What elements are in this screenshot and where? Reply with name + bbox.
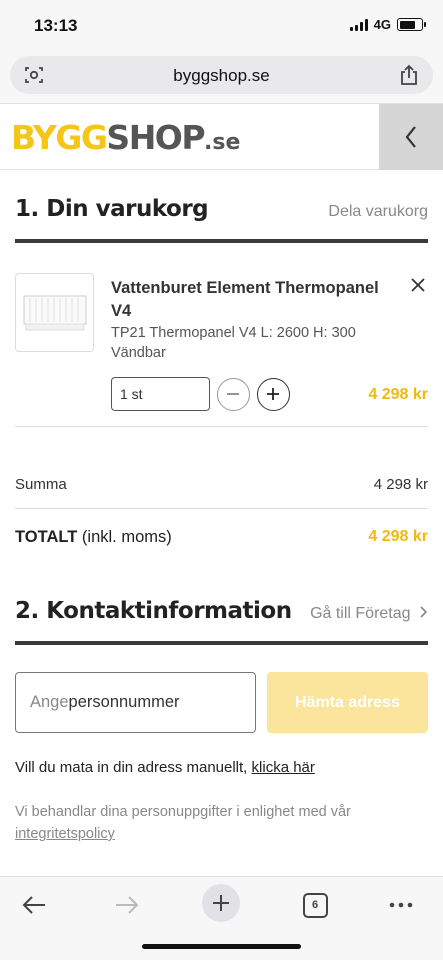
address-bar[interactable]: byggshop.se bbox=[10, 56, 433, 94]
summa-value: 4 298 kr bbox=[373, 476, 428, 493]
battery-icon bbox=[397, 18, 426, 31]
share-cart-link[interactable]: Dela varukorg bbox=[328, 203, 428, 221]
fetch-address-button[interactable]: Hämta adress bbox=[267, 672, 428, 733]
minus-icon bbox=[227, 393, 239, 395]
share-icon[interactable] bbox=[399, 64, 419, 86]
home-indicator bbox=[142, 944, 301, 949]
signal-icon bbox=[349, 18, 368, 31]
privacy-policy-link[interactable]: integritetspolicy bbox=[15, 826, 115, 842]
product-spec: TP21 Thermopanel V4 L: 2600 H: 300 bbox=[111, 325, 356, 341]
section-divider bbox=[15, 239, 428, 243]
product-image[interactable] bbox=[15, 273, 94, 352]
byggshop-logo[interactable]: BYGGSHOP.se bbox=[11, 118, 240, 163]
increase-quantity-button[interactable] bbox=[257, 378, 290, 411]
cart-title: 1. Din varukorg bbox=[15, 196, 209, 222]
site-header: BYGGSHOP.se bbox=[0, 104, 443, 170]
status-indicators: 4G bbox=[349, 17, 426, 32]
divider bbox=[15, 426, 428, 427]
section-divider bbox=[15, 641, 428, 645]
plus-icon bbox=[267, 388, 279, 400]
tabs-button[interactable]: 6 bbox=[295, 885, 335, 925]
product-name[interactable]: Vattenburet Element Thermopanel V4 bbox=[111, 277, 401, 323]
total-value: 4 298 kr bbox=[368, 528, 428, 545]
privacy-notice: Vi behandlar dina personuppgifter i enli… bbox=[15, 804, 351, 842]
personnummer-input[interactable]: Angepersonnummer bbox=[15, 672, 256, 733]
browser-toolbar: byggshop.se bbox=[0, 50, 443, 104]
product-variant: Vändbar bbox=[111, 345, 166, 361]
status-bar: 13:13 4G bbox=[0, 0, 443, 50]
chevron-right-icon bbox=[420, 606, 428, 618]
company-link[interactable]: Gå till Företag bbox=[310, 605, 428, 623]
more-icon bbox=[389, 902, 413, 908]
new-tab-button[interactable] bbox=[202, 884, 240, 922]
decrease-quantity-button[interactable] bbox=[217, 378, 250, 411]
tab-count: 6 bbox=[302, 892, 328, 918]
product-description: TP21 Thermopanel V4 L: 2600 H: 300 Vändb… bbox=[111, 323, 401, 363]
arrow-left-icon bbox=[22, 896, 45, 914]
url-text[interactable]: byggshop.se bbox=[10, 66, 433, 86]
forward-nav-button[interactable] bbox=[107, 885, 147, 925]
radiator-icon bbox=[23, 295, 87, 331]
total-label: TOTALT (inkl. moms) bbox=[15, 528, 172, 546]
manual-address-text: Vill du mata in din adress manuellt, kli… bbox=[15, 759, 315, 776]
manual-address-link[interactable]: klicka här bbox=[252, 759, 315, 776]
back-button[interactable] bbox=[379, 104, 443, 170]
close-icon[interactable] bbox=[409, 276, 427, 294]
contact-title: 2. Kontaktinformation bbox=[15, 598, 292, 624]
chevron-left-icon bbox=[405, 126, 416, 148]
quantity-input[interactable]: 1 st bbox=[111, 377, 210, 411]
arrow-right-icon bbox=[116, 896, 139, 914]
status-time: 13:13 bbox=[34, 16, 78, 35]
item-price: 4 298 kr bbox=[368, 386, 428, 403]
divider bbox=[15, 508, 428, 509]
more-button[interactable] bbox=[381, 885, 421, 925]
network-type: 4G bbox=[373, 17, 391, 32]
back-nav-button[interactable] bbox=[14, 885, 54, 925]
summa-label: Summa bbox=[15, 476, 67, 493]
plus-icon bbox=[213, 895, 229, 911]
